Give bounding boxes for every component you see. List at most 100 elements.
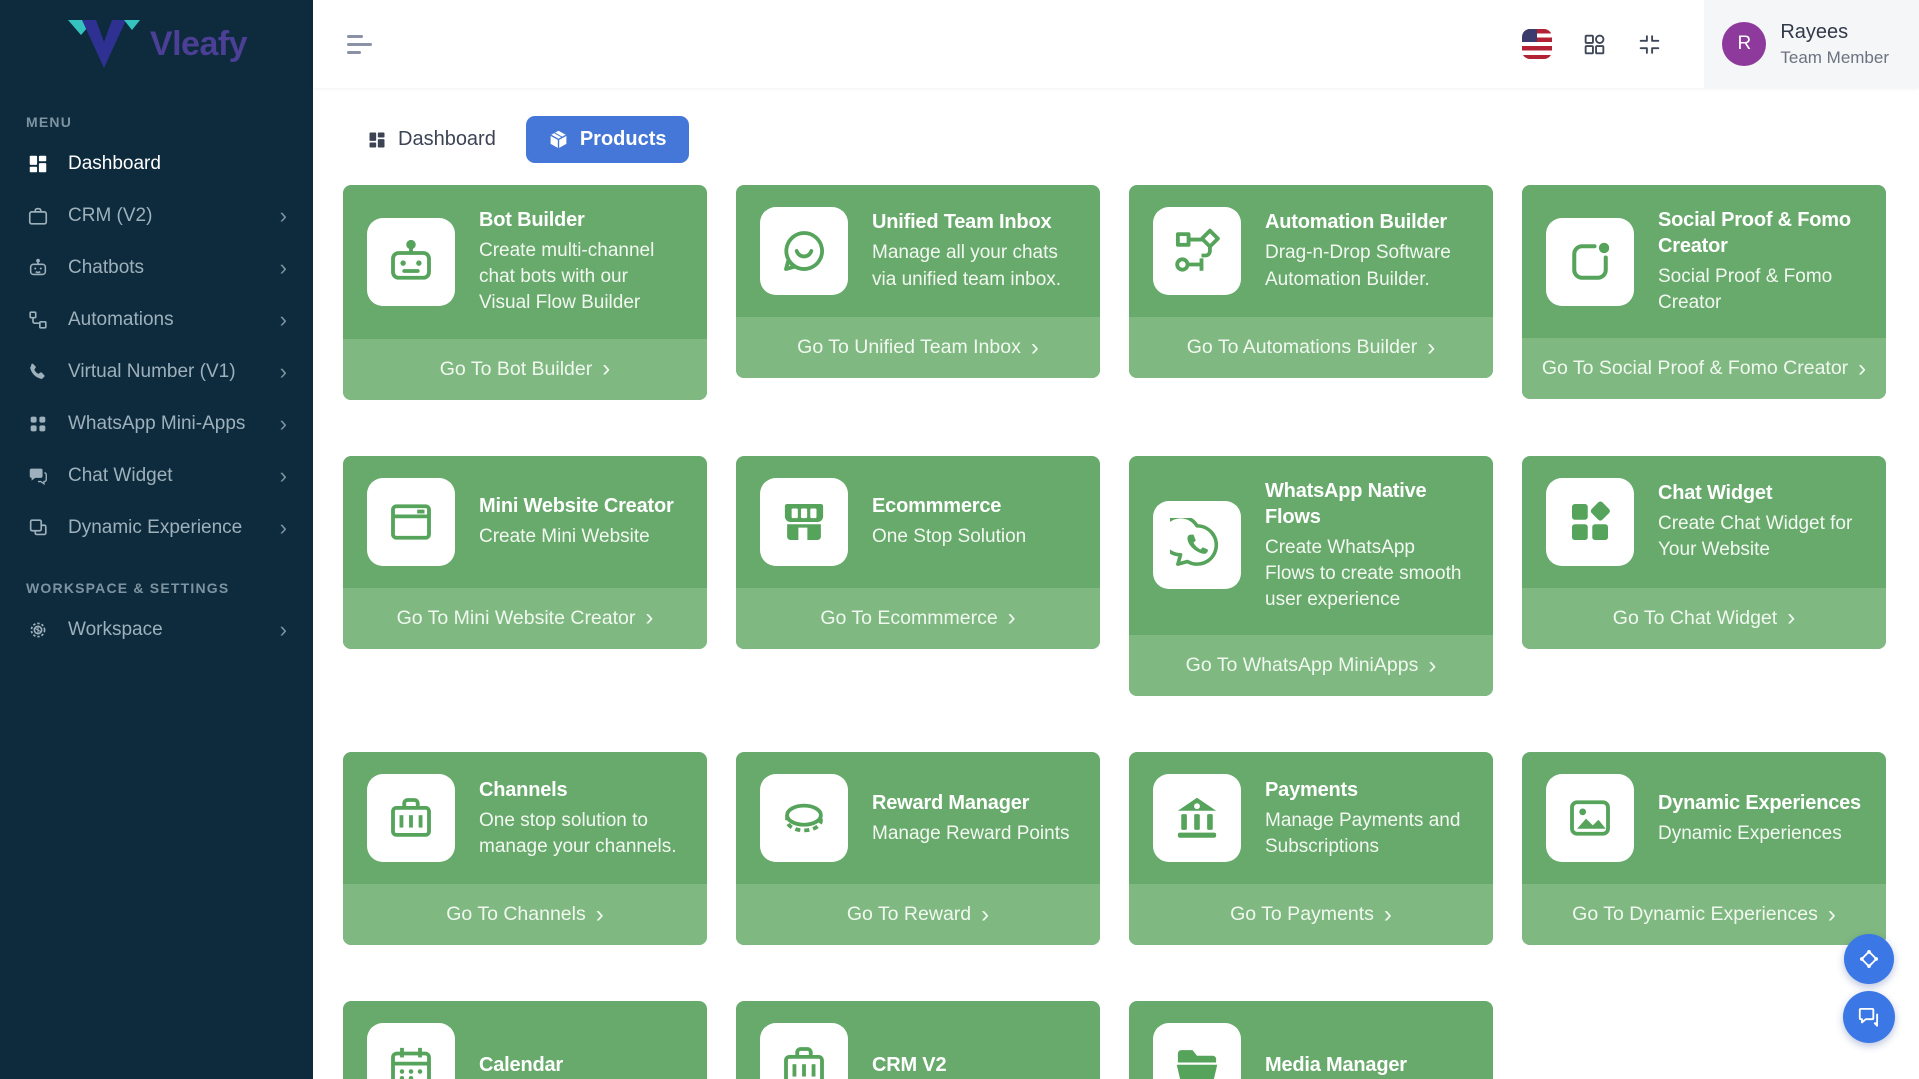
- card-title: WhatsApp Native Flows: [1265, 478, 1469, 530]
- phone-icon: [26, 360, 50, 384]
- sidebar-item-crm-v2[interactable]: CRM (V2)›: [0, 190, 313, 242]
- chevron-right-icon: ›: [981, 906, 989, 924]
- card-cta-automation-builder[interactable]: Go To Automations Builder ›: [1129, 317, 1493, 378]
- gear-icon: [26, 618, 50, 642]
- card-body: Reward ManagerManage Reward Points: [736, 752, 1100, 884]
- folder-icon: [1153, 1023, 1241, 1079]
- card-cta-ecommmerce[interactable]: Go To Ecommmerce›: [736, 588, 1100, 649]
- product-card-whatsapp-native-flows: WhatsApp Native FlowsCreate WhatsApp Flo…: [1129, 456, 1493, 697]
- dashboard-icon: [26, 152, 50, 176]
- chevron-right-icon: ›: [596, 906, 604, 924]
- user-role: Team Member: [1780, 48, 1889, 68]
- sidebar-item-dynamic-experience[interactable]: Dynamic Experience›: [0, 502, 313, 554]
- sidebar-menu-list: DashboardCRM (V2)›Chatbots›Automations›V…: [0, 138, 313, 554]
- user-avatar: R: [1722, 22, 1766, 66]
- view-tabs: Dashboard Products: [355, 116, 1919, 163]
- sidebar-item-label: CRM (V2): [68, 204, 152, 228]
- card-cta-payments[interactable]: Go To Payments ›: [1129, 884, 1493, 945]
- card-title: Payments: [1265, 777, 1469, 803]
- card-description: Manage all your chats via unified team i…: [872, 240, 1076, 292]
- brand-name: Vleafy: [150, 25, 247, 64]
- card-cta-label: Go To Automations Builder: [1187, 336, 1418, 359]
- chevron-right-icon: ›: [1384, 906, 1392, 924]
- card-cta-label: Go To Social Proof & Fomo Creator: [1542, 357, 1848, 380]
- card-description: Create Chat Widget for Your Website: [1658, 511, 1862, 563]
- briefcase-icon: [760, 1023, 848, 1079]
- card-title: Unified Team Inbox: [872, 209, 1076, 235]
- sidebar-item-dashboard[interactable]: Dashboard: [0, 138, 313, 190]
- tab-products-label: Products: [580, 128, 667, 151]
- sidebar-item-workspace[interactable]: Workspace›: [0, 604, 313, 656]
- card-body: Dynamic ExperiencesDynamic Experiences: [1522, 752, 1886, 884]
- chat-support-fab-button[interactable]: [1843, 991, 1895, 1043]
- card-cta-label: Go To Payments: [1230, 903, 1374, 926]
- sidebar: Vleafy MENU DashboardCRM (V2)›Chatbots›A…: [0, 0, 313, 1079]
- brand-logo[interactable]: Vleafy: [0, 0, 313, 88]
- tab-products[interactable]: Products: [526, 116, 689, 163]
- card-cta-mini-website-creator[interactable]: Go To Mini Website Creator›: [343, 588, 707, 649]
- card-text: CRM V2: [872, 1052, 946, 1079]
- product-card-media-manager: Media Manager: [1129, 1001, 1493, 1079]
- chevron-right-icon: ›: [280, 518, 287, 538]
- card-body: WhatsApp Native FlowsCreate WhatsApp Flo…: [1129, 456, 1493, 636]
- apps-grid-icon[interactable]: [1582, 32, 1607, 57]
- product-card-social-proof-fomo-creator: Social Proof & Fomo CreatorSocial Proof …: [1522, 185, 1886, 399]
- product-cards-grid: Bot Builder Create multi-channel chat bot…: [343, 185, 1886, 1079]
- workflow-fab-button[interactable]: [1844, 934, 1894, 984]
- calendar-icon: [367, 1023, 455, 1079]
- card-text: Chat WidgetCreate Chat Widget for Your W…: [1658, 480, 1862, 563]
- card-cta-chat-widget[interactable]: Go To Chat Widget›: [1522, 588, 1886, 649]
- card-title: Bot Builder: [479, 207, 683, 233]
- card-description: Social Proof & Fomo Creator: [1658, 264, 1862, 316]
- sidebar-item-virtual-number-v1[interactable]: Virtual Number (V1)›: [0, 346, 313, 398]
- card-title: Reward Manager: [872, 790, 1070, 816]
- chat-bubbles-icon: [26, 464, 50, 488]
- card-description: Create multi-channel chat bots with our …: [479, 238, 683, 317]
- chevron-right-icon: ›: [1031, 339, 1039, 357]
- chat-smile-icon: [760, 207, 848, 295]
- card-cta-social-proof-fomo-creator[interactable]: Go To Social Proof & Fomo Creator›: [1522, 338, 1886, 399]
- card-text: ChannelsOne stop solution to manage your…: [479, 777, 683, 860]
- card-cta-reward-manager[interactable]: Go To Reward›: [736, 884, 1100, 945]
- card-cta-bot-builder[interactable]: Go To Bot Builder›: [343, 339, 707, 400]
- sidebar-item-label: Virtual Number (V1): [68, 360, 236, 384]
- card-description: One stop solution to manage your channel…: [479, 808, 683, 860]
- card-title: Social Proof & Fomo Creator: [1658, 207, 1862, 259]
- card-title: Dynamic Experiences: [1658, 790, 1861, 816]
- card-text: Automation BuilderDrag-n-Drop Software A…: [1265, 209, 1469, 292]
- card-cta-dynamic-experiences[interactable]: Go To Dynamic Experiences›: [1522, 884, 1886, 945]
- product-card-unified-team-inbox: Unified Team Inbox Manage all your chats …: [736, 185, 1100, 378]
- card-cta-channels[interactable]: Go To Channels ›: [343, 884, 707, 945]
- user-menu[interactable]: R Rayees Team Member: [1704, 0, 1919, 88]
- tab-dashboard[interactable]: Dashboard: [355, 118, 508, 161]
- card-text: EcommmerceOne Stop Solution: [872, 493, 1026, 550]
- layers-icon: [26, 516, 50, 540]
- card-cta-unified-team-inbox[interactable]: Go To Unified Team Inbox›: [736, 317, 1100, 378]
- compress-screen-icon[interactable]: [1637, 32, 1662, 57]
- sidebar-item-label: WhatsApp Mini-Apps: [68, 412, 245, 436]
- dots-grid-icon: [26, 412, 50, 436]
- hamburger-menu-icon[interactable]: [347, 35, 372, 54]
- card-body: PaymentsManage Payments and Subscription…: [1129, 752, 1493, 884]
- card-body: Calendar: [343, 1001, 707, 1079]
- bank-icon: [1153, 774, 1241, 862]
- sidebar-item-automations[interactable]: Automations›: [0, 294, 313, 346]
- chat-bubbles-icon: [1856, 1004, 1882, 1030]
- sidebar-item-whatsapp-mini-apps[interactable]: WhatsApp Mini-Apps›: [0, 398, 313, 450]
- chevron-right-icon: ›: [1427, 339, 1435, 357]
- sidebar-item-chatbots[interactable]: Chatbots›: [0, 242, 313, 294]
- card-cta-label: Go To Channels: [446, 903, 585, 926]
- product-card-ecommmerce: EcommmerceOne Stop Solution Go To Ecommme…: [736, 456, 1100, 649]
- chevron-right-icon: ›: [280, 466, 287, 486]
- card-description: One Stop Solution: [872, 524, 1026, 550]
- sidebar-item-label: Dashboard: [68, 152, 161, 176]
- sidebar-item-chat-widget[interactable]: Chat Widget›: [0, 450, 313, 502]
- card-body: Automation BuilderDrag-n-Drop Software A…: [1129, 185, 1493, 317]
- card-cta-whatsapp-native-flows[interactable]: Go To WhatsApp MiniApps›: [1129, 635, 1493, 696]
- language-flag-us-icon[interactable]: [1522, 29, 1552, 59]
- chevron-right-icon: ›: [1828, 906, 1836, 924]
- products-cube-icon: [548, 129, 569, 150]
- card-title: Automation Builder: [1265, 209, 1469, 235]
- product-card-dynamic-experiences: Dynamic ExperiencesDynamic ExperiencesGo…: [1522, 752, 1886, 945]
- chevron-right-icon: ›: [1428, 657, 1436, 675]
